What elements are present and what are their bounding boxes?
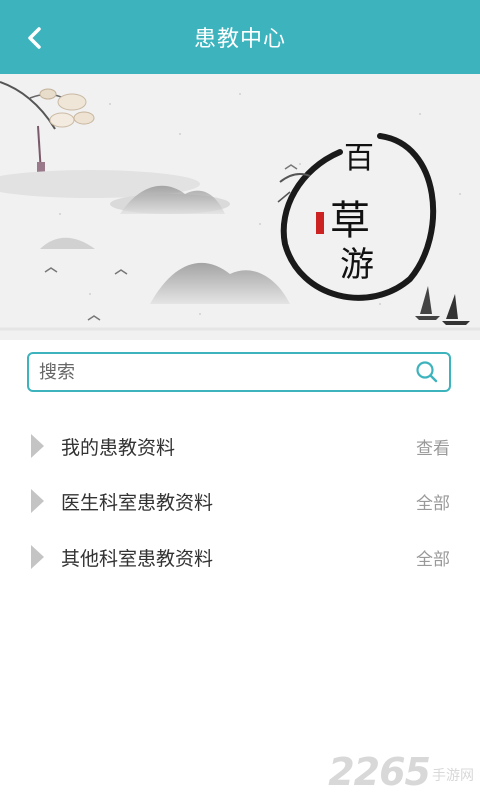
triangle-right-icon [31,489,44,513]
calligraphy-seal: 百 草 游 [277,133,437,301]
sailboats [415,286,470,325]
search-icon [416,361,438,383]
triangle-right-icon [31,434,44,458]
chevron-left-icon [28,27,41,49]
watermark-number: 2265 [328,750,431,794]
search-input[interactable] [29,354,405,390]
banner-illustration: 百 草 游 [0,81,480,331]
search-box [27,352,451,392]
list-item-label: 其他科室患教资料 [61,547,214,570]
list-item-label: 我的患教资料 [61,436,176,459]
svg-text:游: 游 [340,245,374,285]
svg-text:草: 草 [330,198,370,244]
list-item-doctor-dept-materials[interactable]: 医生科室患教资料 全部 [0,473,480,529]
ink-painting-banner: 百 草 游 [0,74,480,340]
view-link[interactable]: 查看 [416,434,450,459]
svg-text:百: 百 [344,141,374,176]
watermark-text: 手游网 [432,768,474,784]
page-title: 患教中心 [193,27,286,52]
app-header: 患教中心 [0,0,480,74]
list-item-other-dept-materials[interactable]: 其他科室患教资料 全部 [0,529,480,585]
search-button[interactable] [405,354,449,390]
all-link[interactable]: 全部 [416,545,450,570]
list-item-label: 医生科室患教资料 [61,491,214,514]
triangle-right-icon [31,545,44,569]
list-item-my-materials[interactable]: 我的患教资料 查看 [0,418,480,474]
watermark: 2265 手游网 [328,752,474,792]
all-link[interactable]: 全部 [416,489,450,514]
back-button[interactable] [14,18,54,58]
